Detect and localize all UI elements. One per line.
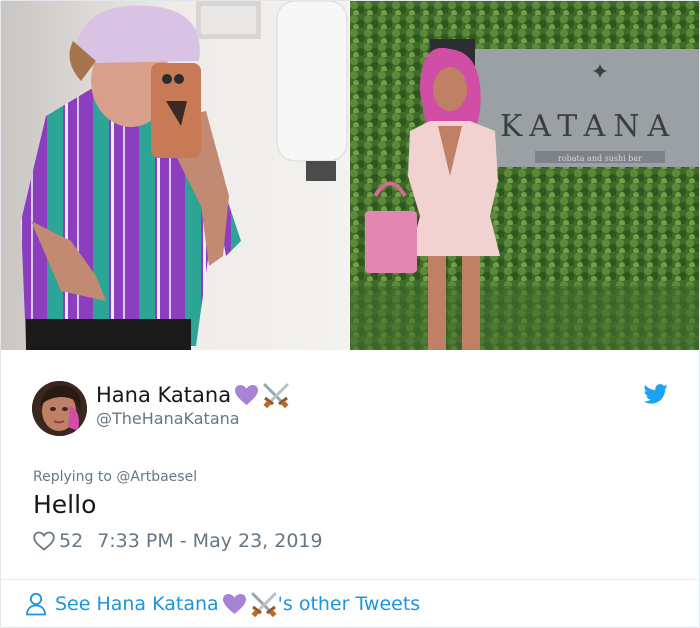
svg-text:✦: ✦ [591, 60, 609, 85]
tweet-text: Hello [33, 490, 97, 519]
twitter-bird-icon[interactable] [644, 383, 668, 405]
tweet-meta: 52 7:33 PM - May 23, 2019 [33, 528, 323, 554]
replying-to-mention-link[interactable]: @Artbaesel [116, 469, 197, 485]
tweet-photo-katana-sign[interactable]: ✦ KATANA robata and sushi bar [350, 1, 699, 350]
see-prefix: See [55, 593, 91, 615]
crossed-swords-emoji-icon [251, 592, 277, 617]
tweet-timestamp[interactable]: 7:33 PM - May 23, 2019 [97, 530, 322, 552]
replying-prefix: Replying to [33, 469, 112, 485]
photo-selfie-illustration [1, 1, 349, 350]
sign-katana-text: KATANA [500, 109, 677, 144]
avatar-image [32, 381, 87, 436]
purple-heart-emoji-icon [235, 385, 259, 405]
sign-subtext: robata and sushi bar [558, 154, 642, 163]
crossed-swords-emoji-icon [263, 383, 289, 408]
like-count[interactable]: 52 [59, 530, 83, 552]
replying-to: Replying to @Artbaesel [33, 469, 197, 485]
person-icon [26, 592, 46, 616]
display-name[interactable]: Hana Katana [96, 382, 290, 408]
footer-display-name: Hana Katana [96, 593, 219, 615]
like-heart-icon[interactable] [33, 531, 55, 551]
purple-heart-emoji-icon [222, 594, 246, 614]
user-handle[interactable]: @TheHanaKatana [96, 409, 240, 428]
footer-divider [1, 579, 699, 580]
embedded-tweet-card: ✦ KATANA robata and sushi bar Hana Katan… [0, 0, 700, 628]
see-other-tweets-link[interactable]: See Hana Katana 's other Tweets [25, 591, 420, 617]
photo-katana-illustration: ✦ KATANA robata and sushi bar [350, 1, 699, 350]
avatar[interactable] [32, 381, 87, 436]
footer-suffix: 's other Tweets [277, 593, 421, 615]
tweet-media: ✦ KATANA robata and sushi bar [1, 1, 699, 350]
tweet-photo-mirror-selfie[interactable] [1, 1, 349, 350]
display-name-text: Hana Katana [96, 383, 232, 407]
